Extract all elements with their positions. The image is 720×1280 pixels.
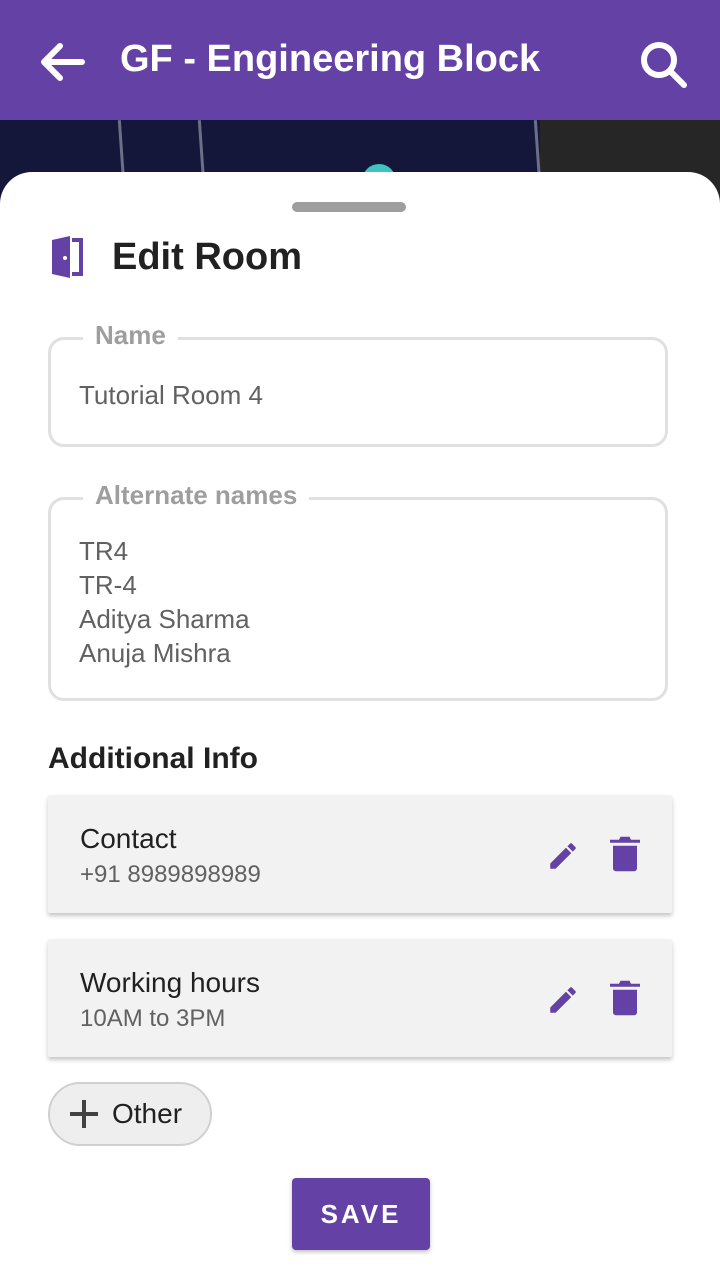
additional-info-heading: Additional Info (48, 742, 258, 775)
add-other-chip[interactable]: Other (48, 1082, 212, 1146)
bottom-sheet: Edit Room Name Tutorial Room 4 Alternate… (0, 172, 720, 1280)
info-card-working-hours: Working hours 10AM to 3PM (48, 939, 672, 1057)
search-button[interactable] (638, 40, 690, 88)
search-icon (641, 42, 687, 88)
alternate-name-line: TR-4 (79, 570, 137, 600)
alternate-names-field[interactable]: Alternate names TR4 TR-4 Aditya Sharma A… (48, 480, 668, 701)
door-icon (52, 236, 83, 278)
info-card-value: 10AM to 3PM (80, 1005, 226, 1032)
sheet-title: Edit Room (112, 236, 302, 278)
name-field-label: Name (83, 320, 178, 351)
info-card-title: Contact (80, 823, 177, 854)
name-field[interactable]: Name Tutorial Room 4 (48, 320, 668, 447)
delete-icon[interactable] (610, 979, 640, 1017)
name-field-value[interactable]: Tutorial Room 4 (79, 378, 263, 412)
alternate-names-label: Alternate names (83, 480, 310, 511)
page-title: GF - Engineering Block (120, 38, 541, 80)
app-bar: GF - Engineering Block (0, 0, 720, 120)
alternate-names-value[interactable]: TR4 TR-4 Aditya Sharma Anuja Mishra (79, 534, 250, 670)
info-card-title: Working hours (80, 967, 261, 998)
info-card-value: +91 8989898989 (80, 861, 261, 888)
arrow-back-icon (41, 43, 85, 81)
alternate-name-line: Aditya Sharma (79, 604, 250, 634)
delete-icon[interactable] (610, 835, 640, 873)
save-button[interactable]: SAVE (292, 1178, 430, 1250)
info-card-contact: Contact +91 8989898989 (48, 795, 672, 913)
edit-icon[interactable] (546, 983, 580, 1017)
add-other-label: Other (112, 1098, 183, 1129)
back-button[interactable] (38, 40, 88, 84)
alternate-name-line: TR4 (79, 536, 129, 566)
edit-icon[interactable] (546, 839, 580, 873)
plus-icon (70, 1100, 98, 1128)
drag-handle[interactable] (292, 202, 406, 212)
alternate-name-line: Anuja Mishra (79, 638, 231, 668)
